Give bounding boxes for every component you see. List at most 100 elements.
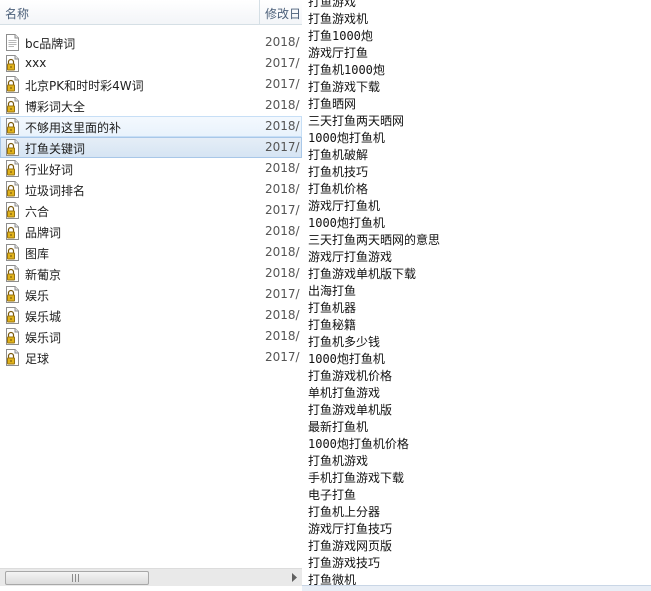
locked-file-icon bbox=[5, 76, 20, 93]
column-header-name[interactable]: 名称 bbox=[5, 5, 29, 22]
locked-file-icon bbox=[5, 55, 20, 72]
locked-file-icon bbox=[5, 202, 20, 219]
column-header-bar: 名称 修改日 bbox=[0, 0, 302, 25]
keyword-line: 手机打鱼游戏下载 bbox=[308, 471, 405, 485]
keyword-line: 游戏厅打鱼 bbox=[308, 46, 369, 60]
file-row[interactable]: 娱乐城 2018/ bbox=[0, 305, 302, 326]
keyword-line: 游戏厅打鱼游戏 bbox=[308, 250, 393, 264]
file-row[interactable]: 垃圾词排名 2018/ bbox=[0, 179, 302, 200]
keyword-line: 打鱼机价格 bbox=[308, 182, 369, 196]
column-header-modified[interactable]: 修改日 bbox=[265, 5, 301, 22]
file-name: 六合 bbox=[25, 205, 50, 219]
locked-file-icon bbox=[5, 118, 20, 135]
keyword-line: 打鱼秘籍 bbox=[308, 318, 357, 332]
file-name: xxx bbox=[25, 56, 47, 70]
file-row[interactable]: 娱乐词 2018/ bbox=[0, 326, 302, 347]
keyword-line: 打鱼1000炮 bbox=[308, 29, 373, 43]
keyword-line: 打鱼晒网 bbox=[308, 97, 357, 111]
locked-file-icon bbox=[5, 160, 20, 177]
file-row[interactable]: 打鱼关键词 2017/ bbox=[0, 137, 302, 158]
file-name: 图库 bbox=[25, 247, 50, 261]
keyword-line: 打鱼游戏机 bbox=[308, 12, 369, 26]
file-row[interactable]: 娱乐 2017/ bbox=[0, 284, 302, 305]
keyword-line: 打鱼机上分器 bbox=[308, 505, 381, 519]
file-row[interactable]: xxx 2017/ bbox=[0, 53, 302, 74]
status-strip bbox=[302, 585, 651, 591]
keyword-line: 三天打鱼两天晒网 bbox=[308, 114, 405, 128]
file-explorer-pane: 名称 修改日 bc品牌词 2018/xxx 2017/北京PK和时时彩4W词 2017… bbox=[0, 0, 302, 590]
file-modified-date: 2018/ bbox=[265, 308, 300, 322]
keyword-line: 1000炮打鱼机 bbox=[308, 131, 385, 145]
file-modified-date: 2017/ bbox=[265, 77, 300, 91]
locked-file-icon bbox=[5, 328, 20, 345]
locked-file-icon bbox=[5, 244, 20, 261]
keyword-line: 1000炮打鱼机 bbox=[308, 216, 385, 230]
keyword-line: 1000炮打鱼机价格 bbox=[308, 437, 409, 451]
scrollbar-grip-icon bbox=[72, 574, 80, 582]
locked-file-icon bbox=[5, 223, 20, 240]
keyword-line: 打鱼游戏单机版 bbox=[308, 403, 393, 417]
keyword-list: 打鱼游戏 打鱼游戏机 打鱼1000炮 游戏厅打鱼 打鱼机1000炮 打鱼游戏下载 打鱼晒网三… bbox=[308, 0, 440, 589]
file-name: 娱乐 bbox=[25, 289, 50, 303]
file-row[interactable]: 博彩词大全 2018/ bbox=[0, 95, 302, 116]
column-divider[interactable] bbox=[259, 0, 260, 24]
file-name: 行业好词 bbox=[25, 163, 74, 177]
scroll-right-arrow-icon[interactable] bbox=[286, 569, 302, 586]
file-row[interactable]: bc品牌词 2018/ bbox=[0, 32, 302, 53]
file-modified-date: 2018/ bbox=[265, 224, 300, 238]
file-row[interactable]: 足球 2017/ bbox=[0, 347, 302, 368]
file-name: 新葡京 bbox=[25, 268, 62, 282]
file-modified-date: 2018/ bbox=[265, 161, 300, 175]
file-row[interactable]: 新葡京 2018/ bbox=[0, 263, 302, 284]
keyword-line: 1000炮打鱼机 bbox=[308, 352, 385, 366]
file-modified-date: 2018/ bbox=[265, 245, 300, 259]
keyword-line: 打鱼游戏机价格 bbox=[308, 369, 393, 383]
file-modified-date: 2017/ bbox=[265, 203, 300, 217]
file-row[interactable]: 六合 2017/ bbox=[0, 200, 302, 221]
file-name: 娱乐城 bbox=[25, 310, 62, 324]
keyword-line: 打鱼机多少钱 bbox=[308, 335, 381, 349]
locked-file-icon bbox=[5, 181, 20, 198]
file-modified-date: 2018/ bbox=[265, 35, 300, 49]
horizontal-scrollbar[interactable] bbox=[0, 568, 302, 586]
scrollbar-thumb[interactable] bbox=[5, 571, 149, 585]
file-name: 垃圾词排名 bbox=[25, 184, 86, 198]
file-row[interactable]: 不够用这里面的补 2018/ bbox=[0, 116, 302, 137]
file-modified-date: 2018/ bbox=[265, 182, 300, 196]
file-modified-date: 2017/ bbox=[265, 287, 300, 301]
keyword-line: 打鱼游戏技巧 bbox=[308, 556, 381, 570]
text-file-icon bbox=[5, 34, 20, 51]
file-modified-date: 2018/ bbox=[265, 119, 300, 133]
keyword-line: 三天打鱼两天晒网的意思 bbox=[308, 233, 441, 247]
file-modified-date: 2017/ bbox=[265, 350, 300, 364]
file-modified-date: 2018/ bbox=[265, 329, 300, 343]
file-modified-date: 2017/ bbox=[265, 140, 300, 154]
locked-file-icon bbox=[5, 97, 20, 114]
file-row[interactable]: 图库 2018/ bbox=[0, 242, 302, 263]
file-name: 北京PK和时时彩4W词 bbox=[25, 79, 144, 93]
keyword-line: 游戏厅打鱼机 bbox=[308, 199, 381, 213]
keyword-line: 游戏厅打鱼技巧 bbox=[308, 522, 393, 536]
file-name: bc品牌词 bbox=[25, 37, 76, 51]
file-row[interactable]: 行业好词 2018/ bbox=[0, 158, 302, 179]
keyword-line: 电子打鱼 bbox=[308, 488, 357, 502]
keyword-line: 打鱼游戏 bbox=[308, 0, 357, 9]
keyword-line: 单机打鱼游戏 bbox=[308, 386, 381, 400]
file-name: 娱乐词 bbox=[25, 331, 62, 345]
keyword-line: 打鱼机技巧 bbox=[308, 165, 369, 179]
file-name: 打鱼关键词 bbox=[25, 142, 86, 156]
keyword-line: 最新打鱼机 bbox=[308, 420, 369, 434]
locked-file-icon bbox=[5, 286, 20, 303]
file-modified-date: 2017/ bbox=[265, 56, 300, 70]
keyword-line: 打鱼机器 bbox=[308, 301, 357, 315]
keyword-line: 出海打鱼 bbox=[308, 284, 357, 298]
keyword-line: 打鱼游戏网页版 bbox=[308, 539, 393, 553]
locked-file-icon bbox=[5, 265, 20, 282]
keyword-line: 打鱼游戏单机版下载 bbox=[308, 267, 417, 281]
locked-file-icon bbox=[5, 307, 20, 324]
file-modified-date: 2018/ bbox=[265, 266, 300, 280]
file-row[interactable]: 北京PK和时时彩4W词 2017/ bbox=[0, 74, 302, 95]
keyword-text-pane[interactable]: 打鱼游戏 打鱼游戏机 打鱼1000炮 游戏厅打鱼 打鱼机1000炮 打鱼游戏下载 打鱼晒网三… bbox=[302, 0, 651, 590]
keyword-line: 打鱼机破解 bbox=[308, 148, 369, 162]
file-row[interactable]: 品牌词 2018/ bbox=[0, 221, 302, 242]
